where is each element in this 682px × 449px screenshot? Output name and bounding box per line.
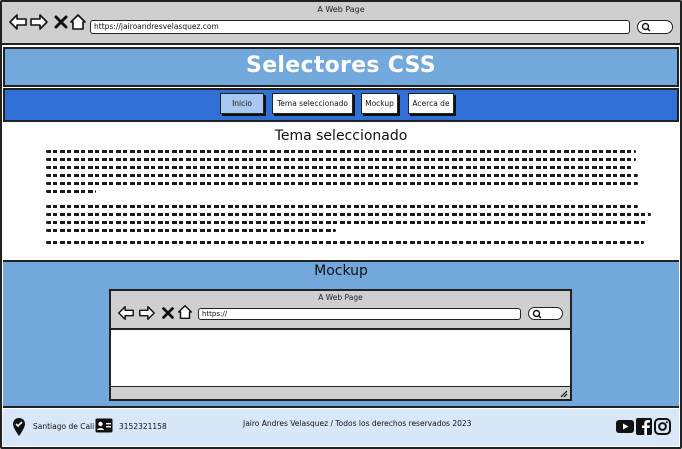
mockup-status-bar <box>111 386 570 399</box>
facebook-icon[interactable] <box>636 418 652 435</box>
text-placeholder-paragraph-3 <box>46 241 656 247</box>
footer-phone: 3152321158 <box>119 422 167 431</box>
home-icon[interactable] <box>176 303 194 321</box>
contact-card-icon <box>95 418 113 433</box>
mockup-search-field[interactable] <box>528 307 563 320</box>
search-icon <box>641 22 651 32</box>
footer-copyright: Jairo Andres Velasquez / Todos los derec… <box>243 419 472 428</box>
nav-item-inicio[interactable]: Inicio <box>220 93 264 114</box>
resize-handle-icon[interactable] <box>558 388 568 398</box>
mockup-url-input[interactable]: https:// <box>198 308 521 320</box>
close-icon[interactable] <box>159 304 177 322</box>
section-title-tema: Tema seleccionado <box>274 128 408 144</box>
nav-item-acerca-de[interactable]: Acerca de <box>408 93 454 114</box>
mockup-browser-title: A Web Page <box>318 293 363 302</box>
search-field[interactable] <box>637 20 673 34</box>
forward-arrow-icon[interactable] <box>138 304 156 322</box>
footer-location: Santiago de Cali <box>33 422 95 431</box>
section-title-mockup: Mockup <box>314 263 368 279</box>
nav-item-mockup[interactable]: Mockup <box>361 93 398 114</box>
home-icon[interactable] <box>68 12 88 32</box>
back-arrow-icon[interactable] <box>117 304 135 322</box>
back-arrow-icon[interactable] <box>8 12 28 32</box>
url-input[interactable]: https://jairoandresvelasquez.com <box>90 20 630 34</box>
mockup-content-area <box>111 332 570 386</box>
nav-item-tema-seleccionado[interactable]: Tema seleccionado <box>272 93 353 114</box>
youtube-icon[interactable] <box>616 419 634 434</box>
instagram-icon[interactable] <box>654 418 671 435</box>
location-pin-icon <box>13 418 25 436</box>
search-icon <box>532 309 542 319</box>
browser-title: A Web Page <box>317 5 365 14</box>
page-title: Selectores CSS <box>246 53 436 78</box>
text-placeholder-paragraph-2 <box>46 205 656 235</box>
forward-arrow-icon[interactable] <box>29 12 49 32</box>
text-placeholder-paragraph-1 <box>46 150 656 195</box>
